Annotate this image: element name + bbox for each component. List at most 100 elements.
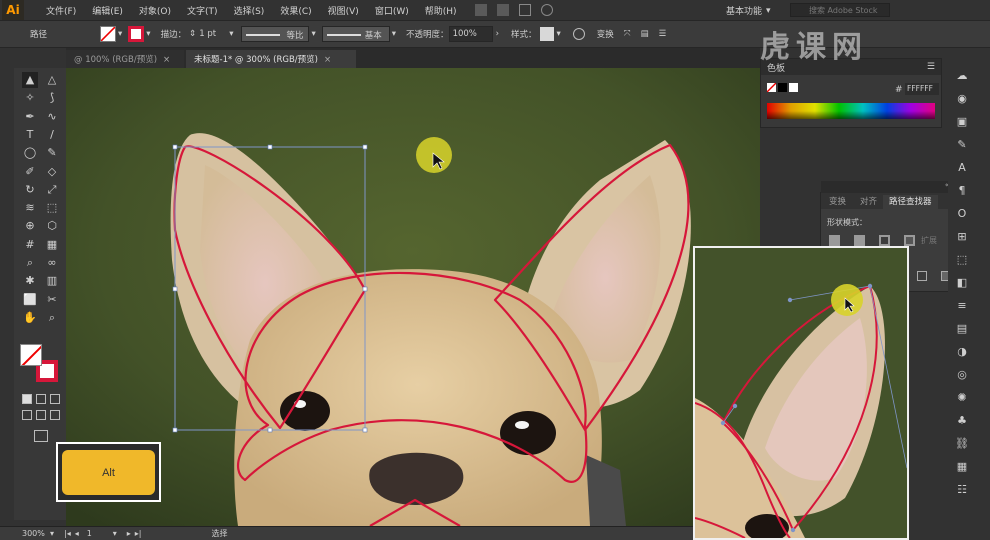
merge-icon[interactable] xyxy=(917,271,927,281)
libraries-icon[interactable]: ☷ xyxy=(954,482,970,498)
tab-document-2[interactable]: 未标题-1* @ 300% (RGB/预览) × xyxy=(186,50,356,68)
zoom-icon[interactable]: ⌕ xyxy=(44,310,60,326)
bridge-icon[interactable] xyxy=(474,4,487,16)
opacity-field[interactable]: 100% xyxy=(448,26,493,42)
gradient-icon[interactable]: ▤ xyxy=(954,321,970,337)
normal-draw-icon[interactable] xyxy=(22,394,32,404)
hand-icon[interactable]: ✋ xyxy=(22,310,38,326)
shape-builder-icon[interactable]: ⊕ xyxy=(22,218,38,234)
chevron-down-icon[interactable]: ▾ xyxy=(50,529,54,538)
menu-item-8[interactable]: 帮助(H) xyxy=(417,4,465,17)
chevron-down-icon[interactable]: ▾ xyxy=(118,29,122,39)
chevron-right-icon[interactable]: › xyxy=(496,29,499,39)
transparency-icon[interactable]: ◑ xyxy=(954,344,970,360)
chevron-down-icon[interactable]: ▾ xyxy=(392,29,396,39)
eyedropper-icon[interactable]: ⌕ xyxy=(22,255,38,271)
none-swatch[interactable] xyxy=(767,83,776,92)
close-icon[interactable]: × xyxy=(324,55,331,65)
zoom-level-field[interactable]: 300% xyxy=(22,529,50,538)
draw-inside-icon[interactable] xyxy=(36,410,46,420)
align-icon[interactable]: ▤ xyxy=(641,29,649,39)
blend-icon[interactable]: ∞ xyxy=(44,255,60,271)
color-spectrum[interactable] xyxy=(767,103,935,119)
fill-color-icon[interactable] xyxy=(20,344,42,366)
color-guide-icon[interactable]: ☁ xyxy=(954,68,970,84)
pen-icon[interactable]: ✒ xyxy=(22,109,38,125)
opentype-icon[interactable]: O xyxy=(954,206,970,222)
swatches-icon[interactable]: ▣ xyxy=(954,114,970,130)
close-icon[interactable]: × xyxy=(163,55,170,65)
scale-icon[interactable]: ⤢ xyxy=(44,182,60,198)
gradient-mode-icon[interactable] xyxy=(36,394,46,404)
minus-front-icon[interactable] xyxy=(854,235,865,246)
menu-item-4[interactable]: 选择(S) xyxy=(226,4,273,17)
tab-align[interactable]: 对齐 xyxy=(854,195,883,209)
rotate-icon[interactable]: ↻ xyxy=(22,182,38,198)
align-icon[interactable]: ⊞ xyxy=(954,229,970,245)
stock-search-input[interactable]: 搜索 Adobe Stock xyxy=(790,3,890,17)
stroke-icon[interactable]: ≡ xyxy=(954,298,970,314)
curvature-icon[interactable]: ∿ xyxy=(44,109,60,125)
tab-pathfinder[interactable]: 路径查找器 xyxy=(883,195,938,209)
next-artboard-icon[interactable]: ▸ xyxy=(127,529,131,538)
workspace-switcher[interactable]: 基本功能 xyxy=(726,4,762,17)
appearance-icon[interactable]: ◎ xyxy=(954,367,970,383)
menu-item-7[interactable]: 窗口(W) xyxy=(367,4,417,17)
selection-icon[interactable]: ▲ xyxy=(22,72,38,88)
free-transform-icon[interactable]: ⬚ xyxy=(44,200,60,216)
gradient-icon[interactable]: ▦ xyxy=(44,237,60,253)
none-mode-icon[interactable] xyxy=(50,394,60,404)
menu-item-6[interactable]: 视图(V) xyxy=(320,4,367,17)
screen-mode-icon[interactable] xyxy=(50,410,60,420)
paragraph-icon[interactable]: ¶ xyxy=(954,183,970,199)
artboards-icon[interactable]: ▦ xyxy=(954,459,970,475)
tab-transform[interactable]: 变换 xyxy=(821,195,854,209)
pathfinder-icon[interactable]: ◧ xyxy=(954,275,970,291)
recolor-icon[interactable] xyxy=(572,28,585,40)
transform-icon[interactable]: ⬚ xyxy=(954,252,970,268)
chevron-down-icon[interactable]: ▾ xyxy=(229,29,233,39)
pencil-icon[interactable]: ✐ xyxy=(22,164,38,180)
artboard-canvas[interactable] xyxy=(66,68,760,526)
expand-button[interactable]: 扩展 xyxy=(921,235,937,246)
symbols-icon[interactable]: ♣ xyxy=(954,413,970,429)
last-artboard-icon[interactable]: ▸| xyxy=(135,529,142,538)
tab-document-1[interactable]: @ 100% (RGB/预览) × xyxy=(66,50,184,68)
transform-link[interactable]: 变换 xyxy=(597,28,614,40)
paintbrush-icon[interactable]: ✎ xyxy=(44,145,60,161)
mesh-icon[interactable]: # xyxy=(22,237,38,253)
lasso-icon[interactable]: ⟆ xyxy=(44,90,60,106)
eraser-icon[interactable]: ◇ xyxy=(44,164,60,180)
style-swatch[interactable] xyxy=(540,27,555,41)
white-swatch[interactable] xyxy=(789,83,798,92)
prev-artboard-icon[interactable]: ◂ xyxy=(75,529,79,538)
isolate-icon[interactable]: ⤧ xyxy=(624,29,631,39)
chevron-down-icon[interactable]: ▾ xyxy=(146,29,150,39)
fill-swatch[interactable] xyxy=(100,26,116,42)
chevron-down-icon[interactable]: ▾ xyxy=(113,529,117,538)
fill-stroke-widget[interactable] xyxy=(20,344,60,384)
chevron-down-icon[interactable]: ▾ xyxy=(311,29,315,39)
stroke-swatch[interactable] xyxy=(128,26,145,42)
panel-menu-icon[interactable]: ☰ xyxy=(659,29,667,39)
magic-wand-icon[interactable]: ✧ xyxy=(22,90,38,106)
arrange-icon[interactable] xyxy=(518,4,531,16)
brush-definition[interactable]: 基本 xyxy=(321,26,390,42)
width-icon[interactable]: ≋ xyxy=(22,200,38,216)
exclude-icon[interactable] xyxy=(904,235,915,246)
change-screen-mode-icon[interactable] xyxy=(34,430,48,442)
brushes-icon[interactable]: ✎ xyxy=(954,137,970,153)
ellipse-icon[interactable]: ◯ xyxy=(22,145,38,161)
artboard-number-field[interactable]: 1 xyxy=(87,529,113,538)
menu-item-3[interactable]: 文字(T) xyxy=(179,4,226,17)
slice-icon[interactable]: ✂ xyxy=(44,292,60,308)
menu-item-5[interactable]: 效果(C) xyxy=(272,4,319,17)
black-swatch[interactable] xyxy=(778,83,787,92)
layers-icon[interactable]: ◉ xyxy=(954,91,970,107)
menu-item-2[interactable]: 对象(O) xyxy=(131,4,179,17)
gpu-icon[interactable] xyxy=(540,4,553,16)
line-icon[interactable]: / xyxy=(44,127,60,143)
draw-behind-icon[interactable] xyxy=(22,410,32,420)
stroke-stepper-icon[interactable]: ⇕ xyxy=(189,29,196,39)
graphic-styles-icon[interactable]: ✺ xyxy=(954,390,970,406)
